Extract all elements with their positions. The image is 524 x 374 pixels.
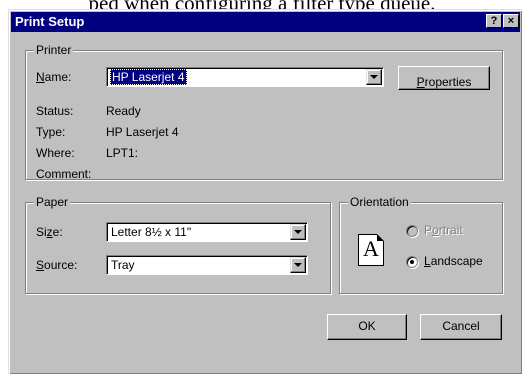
orientation-group: Orientation A Portrait Landscape [339,195,503,294]
size-label: Size: [36,225,63,239]
help-icon: ? [490,15,498,27]
status-label: Status: [36,104,74,118]
chevron-down-icon[interactable] [290,224,306,240]
paper-source-dropdown[interactable]: Tray [106,255,308,275]
type-value: HP Laserjet 4 [106,125,179,139]
paper-group: Paper Size: Letter 8½ x 11" Source: Tray [25,195,331,294]
paper-legend: Paper [34,195,71,209]
printer-group: Printer Name: HP Laserjet 4 Properties S… [25,43,503,181]
ok-label: OK [358,319,376,333]
chevron-down-icon[interactable] [290,257,306,273]
landscape-label[interactable]: Landscape [424,254,483,268]
dialog-title: Print Setup [15,14,85,29]
where-label: Where: [36,146,75,160]
portrait-radio[interactable] [406,225,418,237]
print-setup-dialog: Print Setup ? × Printer Name: HP Laserje… [8,9,522,374]
status-value: Ready [106,104,141,118]
orientation-legend: Orientation [348,195,411,209]
printer-name-value: HP Laserjet 4 [110,69,187,85]
paper-size-value: Letter 8½ x 11" [111,225,192,239]
properties-label: Properties [416,75,472,89]
printer-legend: Printer [34,43,74,57]
paper-source-value: Tray [111,258,135,272]
printer-name-dropdown[interactable]: HP Laserjet 4 [106,67,384,87]
where-value: LPT1: [106,146,139,160]
cancel-label: Cancel [442,319,480,333]
source-label: Source: [36,258,78,272]
properties-button[interactable]: Properties [398,66,490,90]
landscape-radio[interactable] [406,256,418,268]
cancel-button[interactable]: Cancel [420,314,502,340]
paper-size-dropdown[interactable]: Letter 8½ x 11" [106,222,308,242]
help-button[interactable]: ? [486,14,502,28]
landscape-page-icon: A [358,234,384,266]
title-bar: Print Setup ? × [11,12,520,32]
comment-label: Comment: [36,167,92,181]
ok-button[interactable]: OK [327,314,407,340]
type-label: Type: [36,125,66,139]
close-icon: × [507,15,515,27]
name-label: Name: [36,70,72,84]
close-button[interactable]: × [503,14,519,28]
chevron-down-icon[interactable] [366,69,382,85]
portrait-label[interactable]: Portrait [424,223,463,237]
